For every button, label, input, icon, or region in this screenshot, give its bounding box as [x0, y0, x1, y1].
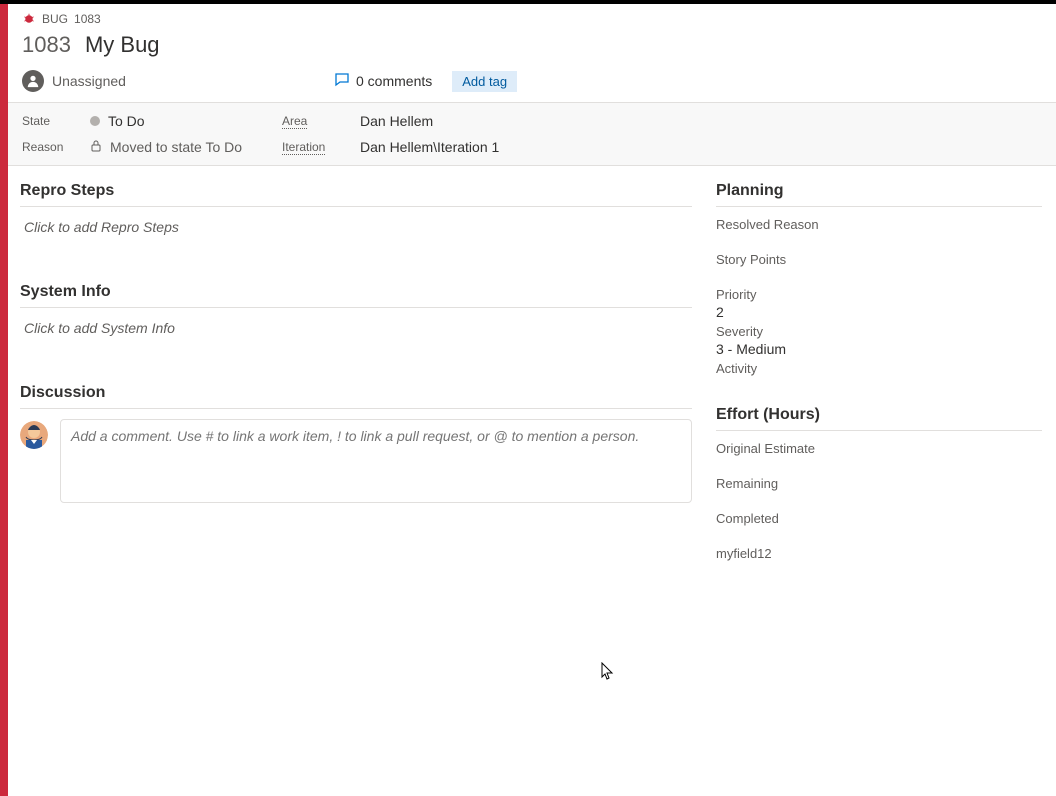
repro-steps-input[interactable]: Click to add Repro Steps: [20, 217, 692, 259]
remaining-field[interactable]: Remaining: [716, 476, 1042, 491]
effort-header: Effort (Hours): [716, 406, 1042, 431]
priority-field[interactable]: Priority 2: [716, 287, 1042, 320]
discussion-row: [20, 419, 692, 503]
comments-count: 0 comments: [356, 73, 432, 89]
system-info-input[interactable]: Click to add System Info: [20, 318, 692, 360]
state-value[interactable]: To Do: [90, 113, 276, 129]
person-icon: [22, 70, 44, 92]
body-columns: Repro Steps Click to add Repro Steps Sys…: [8, 166, 1056, 796]
iteration-label: Iteration: [282, 140, 325, 155]
content-area: BUG 1083 1083 My Bug Unassigned 0 commen…: [8, 4, 1056, 796]
lock-icon: [90, 139, 102, 155]
completed-label: Completed: [716, 511, 1042, 526]
state-grid: State To Do Area Dan Hellem Reason Moved…: [8, 102, 1056, 166]
resolved-reason-label: Resolved Reason: [716, 217, 1042, 232]
priority-value: 2: [716, 304, 1042, 320]
add-tag-button[interactable]: Add tag: [452, 71, 517, 92]
comment-icon: [334, 72, 350, 91]
area-value[interactable]: Dan Hellem: [360, 113, 1042, 129]
story-points-label: Story Points: [716, 252, 1042, 267]
custom-field[interactable]: myfield12: [716, 546, 1042, 561]
original-estimate-field[interactable]: Original Estimate: [716, 441, 1042, 456]
activity-label: Activity: [716, 361, 1042, 376]
bug-icon: [22, 12, 36, 26]
system-info-header: System Info: [20, 283, 692, 308]
severity-label: Severity: [716, 324, 1042, 339]
breadcrumb-type: BUG: [42, 12, 68, 26]
custom-field-label: myfield12: [716, 546, 1042, 561]
area-label: Area: [282, 114, 307, 129]
reason-label: Reason: [22, 140, 84, 154]
reason-text: Moved to state To Do: [110, 139, 242, 155]
breadcrumb-id: 1083: [74, 12, 101, 26]
assignee-label: Unassigned: [52, 73, 126, 89]
comments-link[interactable]: 0 comments: [334, 72, 432, 91]
meta-row: Unassigned 0 comments Add tag: [8, 68, 1056, 102]
planning-header: Planning: [716, 182, 1042, 207]
work-item-form: BUG 1083 1083 My Bug Unassigned 0 commen…: [0, 4, 1056, 796]
state-label: State: [22, 114, 84, 128]
repro-steps-header: Repro Steps: [20, 182, 692, 207]
resolved-reason-field[interactable]: Resolved Reason: [716, 217, 1042, 232]
breadcrumb: BUG 1083: [8, 4, 1056, 28]
reason-value: Moved to state To Do: [90, 139, 276, 155]
original-estimate-label: Original Estimate: [716, 441, 1042, 456]
work-item-title[interactable]: My Bug: [85, 32, 160, 58]
comment-input[interactable]: [60, 419, 692, 503]
completed-field[interactable]: Completed: [716, 511, 1042, 526]
avatar: [20, 421, 48, 449]
story-points-field[interactable]: Story Points: [716, 252, 1042, 267]
state-dot-icon: [90, 116, 100, 126]
activity-field[interactable]: Activity: [716, 361, 1042, 376]
severity-field[interactable]: Severity 3 - Medium: [716, 324, 1042, 357]
discussion-header: Discussion: [20, 384, 692, 409]
severity-value: 3 - Medium: [716, 341, 1042, 357]
left-column: Repro Steps Click to add Repro Steps Sys…: [20, 182, 692, 796]
state-text: To Do: [108, 113, 145, 129]
title-row: 1083 My Bug: [8, 28, 1056, 68]
remaining-label: Remaining: [716, 476, 1042, 491]
type-color-bar: [0, 4, 8, 796]
priority-label: Priority: [716, 287, 1042, 302]
right-column: Planning Resolved Reason Story Points Pr…: [716, 182, 1042, 796]
iteration-value[interactable]: Dan Hellem\Iteration 1: [360, 139, 1042, 155]
assignee-picker[interactable]: Unassigned: [22, 70, 324, 92]
work-item-id: 1083: [22, 32, 71, 58]
